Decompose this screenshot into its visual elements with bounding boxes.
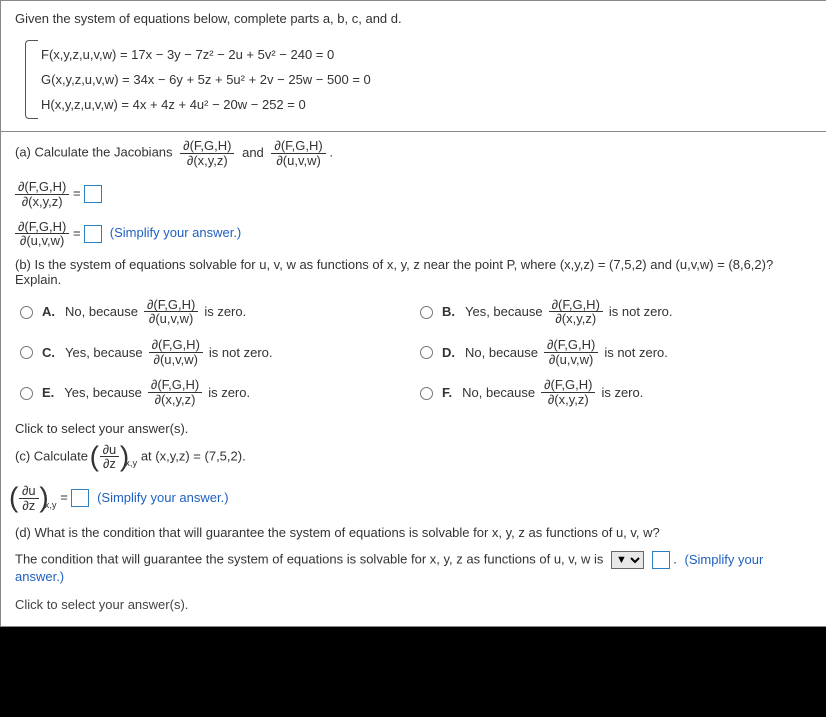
du-dz-paren: ∂u∂z (96, 443, 124, 471)
part-c-line: (c) Calculate ∂u∂z x,y at (x,y,z) = (7,5… (15, 440, 815, 474)
equation-F: F(x,y,z,u,v,w) = 17x − 3y − 7z² − 2u + 5… (41, 42, 815, 67)
click-select-1: Click to select your answer(s). (15, 411, 815, 440)
option-A[interactable]: A. No, because ∂(F,G,H)∂(u,v,w) is zero. (15, 290, 415, 330)
equals: = (73, 225, 84, 240)
condition-dropdown[interactable]: ▼ (611, 551, 644, 569)
equation-system: F(x,y,z,u,v,w) = 17x − 3y − 7z² − 2u + 5… (31, 40, 815, 119)
radio-F[interactable] (420, 387, 433, 400)
part-d-question: (d) What is the condition that will guar… (15, 515, 815, 543)
option-B[interactable]: B. Yes, because ∂(F,G,H)∂(x,y,z) is not … (415, 290, 815, 330)
radio-B[interactable] (420, 306, 433, 319)
jac-xyz-answer: ∂(F,G,H) ∂(x,y,z) = (15, 170, 815, 211)
period: . (329, 145, 333, 160)
radio-D[interactable] (420, 346, 433, 359)
answer-box-jac-uvw[interactable] (84, 225, 102, 243)
divider (1, 131, 826, 132)
part-b-question: (b) Is the system of equations solvable … (15, 251, 815, 290)
option-C[interactable]: C. Yes, because ∂(F,G,H)∂(u,v,w) is not … (15, 330, 415, 370)
answer-box-du-dz[interactable] (71, 489, 89, 507)
option-F[interactable]: F. No, because ∂(F,G,H)∂(x,y,z) is zero. (415, 370, 815, 410)
simplify-note: (Simplify your answer.) (97, 490, 228, 505)
equals: = (73, 186, 84, 201)
equals: = (60, 490, 71, 505)
answer-box-jac-xyz[interactable] (84, 185, 102, 203)
part-d-answer: The condition that will guarantee the sy… (15, 543, 815, 587)
jacobian-uvw: ∂(F,G,H) ∂(u,v,w) (271, 139, 325, 167)
jacobian-xyz: ∂(F,G,H) ∂(x,y,z) (180, 139, 234, 167)
radio-C[interactable] (20, 346, 33, 359)
part-c-answer: ∂u∂z x,y = (Simplify your answer.) (15, 474, 815, 515)
prompt: Given the system of equations below, com… (15, 5, 815, 36)
equation-H: H(x,y,z,u,v,w) = 4x + 4z + 4u² − 20w − 2… (41, 92, 815, 117)
radio-A[interactable] (20, 306, 33, 319)
part-d-sentence: The condition that will guarantee the sy… (15, 552, 603, 567)
part-a-lead: (a) Calculate the Jacobians (15, 145, 173, 160)
part-b-options: A. No, because ∂(F,G,H)∂(u,v,w) is zero.… (15, 290, 815, 411)
and-word: and (242, 145, 264, 160)
option-D[interactable]: D. No, because ∂(F,G,H)∂(u,v,w) is not z… (415, 330, 815, 370)
option-E[interactable]: E. Yes, because ∂(F,G,H)∂(x,y,z) is zero… (15, 370, 415, 410)
simplify-note: (Simplify your answer.) (110, 225, 241, 240)
part-a-line: (a) Calculate the Jacobians ∂(F,G,H) ∂(x… (15, 136, 815, 170)
part-c-tail: at (x,y,z) = (7,5,2). (141, 448, 246, 463)
answer-box-condition[interactable] (652, 551, 670, 569)
part-c-lead: (c) Calculate (15, 448, 88, 463)
equation-G: G(x,y,z,u,v,w) = 34x − 6y + 5z + 5u² + 2… (41, 67, 815, 92)
jac-uvw-answer: ∂(F,G,H) ∂(u,v,w) = (Simplify your answe… (15, 212, 815, 251)
click-select-2: Click to select your answer(s). (15, 587, 815, 612)
period: . (673, 552, 677, 567)
radio-E[interactable] (20, 387, 33, 400)
